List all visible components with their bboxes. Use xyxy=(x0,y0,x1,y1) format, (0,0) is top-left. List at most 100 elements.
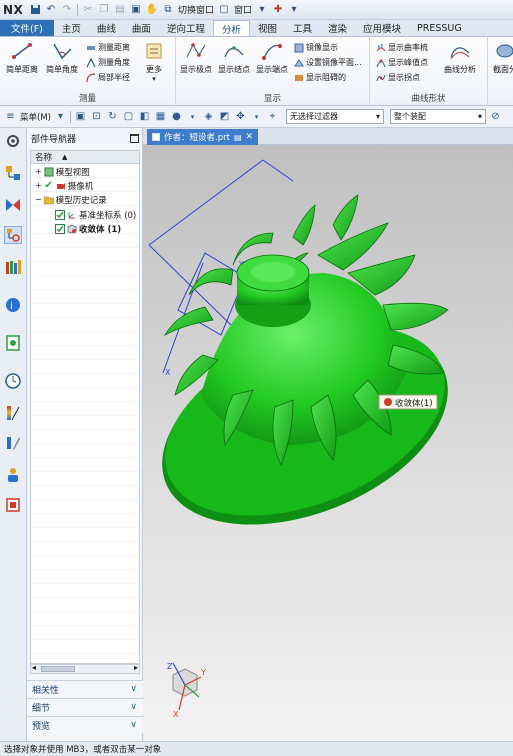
roles-icon[interactable] xyxy=(4,466,22,484)
history-icon[interactable] xyxy=(4,334,22,352)
maximize-icon[interactable] xyxy=(130,134,139,143)
section-preview[interactable]: 预览 ∨ xyxy=(27,716,143,733)
tab-pressug[interactable]: PRESSUG xyxy=(409,20,470,36)
show-poles-button[interactable]: 显示极点 xyxy=(178,41,214,83)
web-browser-icon[interactable]: i xyxy=(4,296,22,314)
render-style-icon[interactable]: ● xyxy=(170,110,183,123)
tree-item-body[interactable]: 收敛体 (1) xyxy=(55,222,121,235)
copy-icon[interactable]: ❐ xyxy=(98,4,110,16)
peak-points-icon xyxy=(376,58,386,68)
scroll-right-icon[interactable]: ▸ xyxy=(134,663,138,672)
assembly-navigator-icon[interactable] xyxy=(4,164,22,182)
part-navigator-icon[interactable] xyxy=(4,226,22,244)
window-button[interactable]: 窗口 xyxy=(234,3,252,16)
paste-icon[interactable]: ▤ xyxy=(114,4,126,16)
tab-application[interactable]: 应用模块 xyxy=(355,20,409,36)
tab-curve[interactable]: 曲线 xyxy=(89,20,124,36)
section-dependencies[interactable]: 相关性 ∨ xyxy=(27,680,143,697)
redo-icon[interactable]: ↷ xyxy=(61,4,73,16)
navigator-tree[interactable]: + 模型视图 + ✔ 摄像机 − 模型历史记录 基准坐标系 (0) 收敛体 (1… xyxy=(30,164,140,664)
tree-item-model-history[interactable]: − 模型历史记录 xyxy=(35,193,107,206)
cut-icon[interactable]: ✂ xyxy=(82,4,94,16)
tab-surface[interactable]: 曲面 xyxy=(124,20,159,36)
checkbox-checked-icon[interactable] xyxy=(55,223,65,234)
tab-tools[interactable]: 工具 xyxy=(285,20,320,36)
curve-analysis-button[interactable]: 曲线分析 xyxy=(440,41,480,83)
view-triad[interactable]: Z Y X xyxy=(167,662,206,719)
expand-icon[interactable]: + xyxy=(35,167,42,176)
fit-view-icon[interactable]: ▣ xyxy=(74,110,87,123)
tree-item-model-views[interactable]: + 模型视图 xyxy=(35,165,90,178)
image-icon[interactable]: ▣ xyxy=(130,4,142,16)
window-icon[interactable]: ▢ xyxy=(218,4,230,16)
tab-home[interactable]: 主页 xyxy=(54,20,89,36)
more-button[interactable]: 更多 ▾ xyxy=(138,41,170,83)
snap-icon[interactable]: ✥ xyxy=(234,110,247,123)
show-obstructing-button[interactable]: 显示阻碍的 xyxy=(294,71,346,84)
show-curvature-comb-button[interactable]: 显示曲率梳 xyxy=(376,41,428,54)
mirror-display-button[interactable]: 镜像显示 xyxy=(294,41,338,54)
shaded-view-icon[interactable]: ◧ xyxy=(138,110,151,123)
snap-dropdown-icon[interactable]: ▾ xyxy=(250,110,263,123)
graphics-viewport[interactable]: Y X xyxy=(143,145,513,741)
document-tab[interactable]: 作者：短设者.prt ▤ ✕ xyxy=(147,129,259,145)
menu-dropdown-icon[interactable]: ▾ xyxy=(54,110,67,123)
clock-icon[interactable] xyxy=(4,372,22,390)
selection-icon[interactable]: ⌖ xyxy=(266,110,279,123)
dropdown-arrow-icon[interactable]: ▾ xyxy=(256,4,268,16)
measure-angle-button[interactable]: 测量角度 xyxy=(86,56,130,69)
show-knots-button[interactable]: 显示结点 xyxy=(216,41,252,83)
print-icon[interactable] xyxy=(4,496,22,514)
simple-angle-button[interactable]: 简单角度 xyxy=(44,41,80,83)
switch-window-button[interactable]: 切换窗口 xyxy=(178,3,214,16)
save-icon[interactable] xyxy=(29,4,41,16)
undo-icon[interactable]: ↶ xyxy=(45,4,57,16)
reuse-library-icon[interactable] xyxy=(4,258,22,276)
tab-render[interactable]: 渲染 xyxy=(320,20,355,36)
show-peak-points-button[interactable]: 显示峰值点 xyxy=(376,56,428,69)
pan-icon[interactable]: ▢ xyxy=(122,110,135,123)
filter-reset-icon[interactable]: ⊘ xyxy=(489,110,502,123)
touch-mode-icon[interactable]: ✋ xyxy=(146,4,158,16)
tab-reverse-engineering[interactable]: 逆向工程 xyxy=(159,20,213,36)
tab-file[interactable]: 文件(F) xyxy=(0,20,54,36)
menu-button[interactable]: 菜单(M) xyxy=(20,111,51,123)
expand-icon[interactable]: + xyxy=(35,181,42,190)
cube-view-icon[interactable]: ◈ xyxy=(202,110,215,123)
collapse-icon[interactable]: − xyxy=(35,195,42,204)
tab-analysis[interactable]: 分析 xyxy=(212,20,250,36)
settings-gear-icon[interactable] xyxy=(4,132,22,150)
simple-distance-button[interactable]: 简单距离 xyxy=(4,41,40,83)
customize-quick-access-icon[interactable]: ▾ xyxy=(288,4,300,16)
measure-distance-button[interactable]: 测量距离 xyxy=(86,41,130,54)
show-endpoints-button[interactable]: 显示端点 xyxy=(254,41,290,83)
section-analysis-button[interactable]: 截面分 xyxy=(490,41,513,83)
impeller-model[interactable]: Y X xyxy=(143,145,513,741)
checkbox-checked-icon[interactable] xyxy=(55,209,65,220)
view-orient-icon[interactable]: ▦ xyxy=(154,110,167,123)
column-header[interactable]: 名称 ▲ xyxy=(30,150,140,164)
selection-filter-dropdown[interactable]: 无选择过滤器 ▾ xyxy=(285,109,384,124)
cross-plus-icon[interactable]: ✚ xyxy=(272,4,284,16)
constraint-navigator-icon[interactable] xyxy=(4,196,22,214)
tree-item-cameras[interactable]: + ✔ 摄像机 xyxy=(35,179,93,192)
render-dropdown-icon[interactable]: ▾ xyxy=(186,110,199,123)
show-inflections-button[interactable]: 显示拐点 xyxy=(376,71,420,84)
switch-window-icon[interactable]: ⧉ xyxy=(162,4,174,16)
tree-item-datum-csys[interactable]: 基准坐标系 (0) xyxy=(55,208,136,221)
assembly-scope-dropdown[interactable]: 整个装配 ▾ xyxy=(389,109,486,124)
set-mirror-plane-button[interactable]: 设置镜像平面... xyxy=(294,56,362,69)
local-radius-button[interactable]: 局部半径 xyxy=(86,71,130,84)
tab-view[interactable]: 视图 xyxy=(250,20,285,36)
zoom-icon[interactable]: ⊡ xyxy=(90,110,103,123)
horizontal-scrollbar[interactable]: ◂ ▸ xyxy=(30,663,140,674)
close-icon[interactable]: ✕ xyxy=(246,132,254,142)
system-materials-icon[interactable] xyxy=(4,404,22,422)
layer-icon[interactable]: ◩ xyxy=(218,110,231,123)
scroll-thumb[interactable] xyxy=(41,666,75,672)
process-studio-icon[interactable] xyxy=(4,434,22,452)
scroll-left-icon[interactable]: ◂ xyxy=(32,663,36,672)
rotate-icon[interactable]: ↻ xyxy=(106,110,119,123)
section-details[interactable]: 细节 ∨ xyxy=(27,698,143,715)
tab-pin-icon[interactable]: ▤ xyxy=(234,133,242,142)
